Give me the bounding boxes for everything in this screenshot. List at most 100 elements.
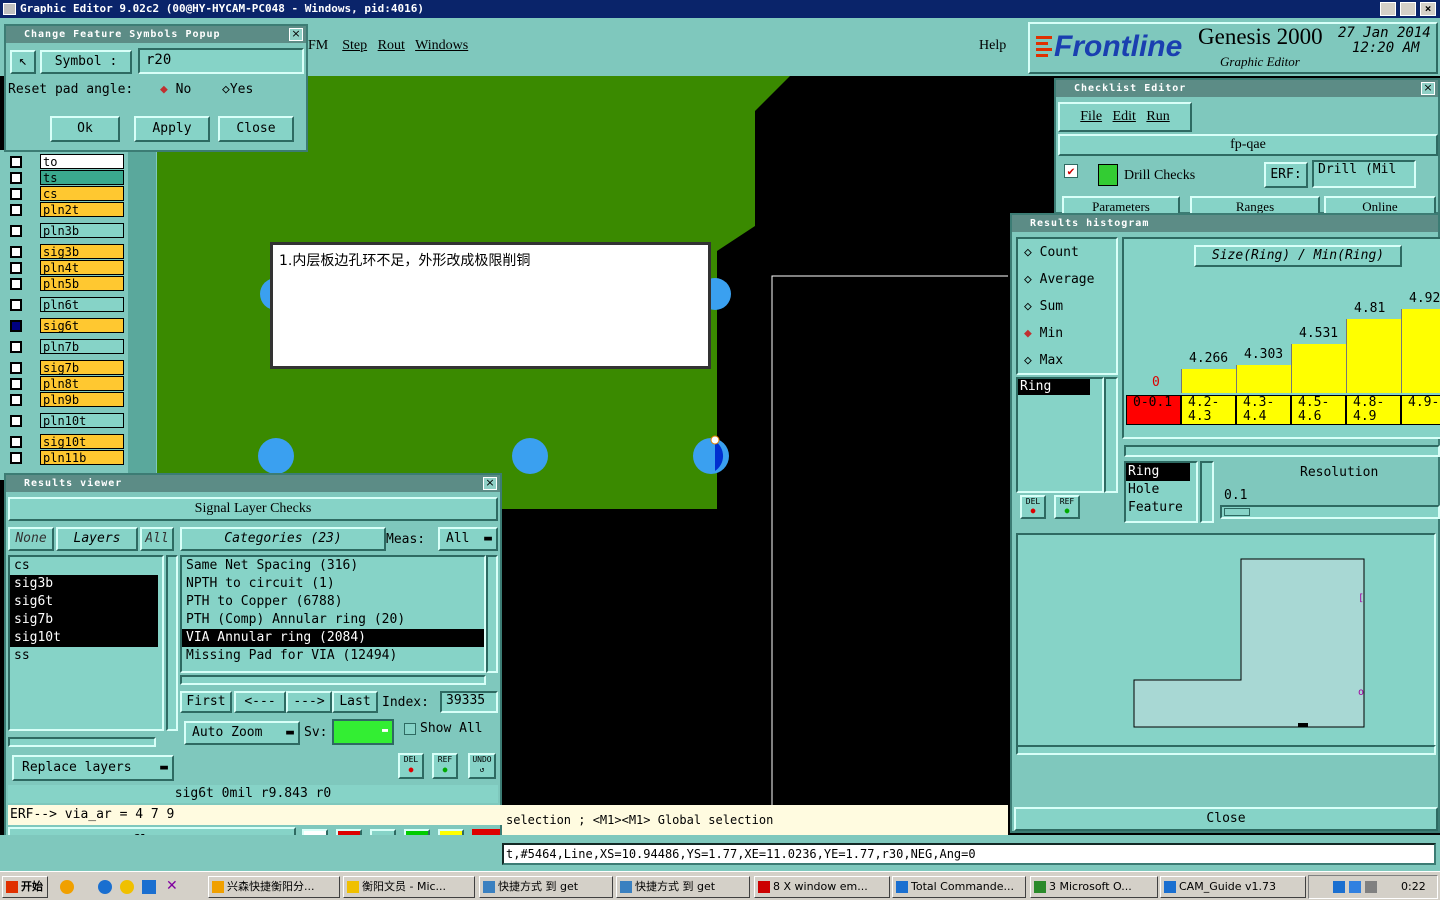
layer-row[interactable]: sig6t bbox=[8, 318, 124, 333]
checklist-close-icon[interactable]: × bbox=[1421, 82, 1435, 95]
layer-name[interactable]: ts bbox=[40, 170, 124, 185]
layer-checkbox[interactable] bbox=[10, 436, 22, 448]
menu-help[interactable]: Help bbox=[979, 38, 1006, 54]
layer-list-hscroll[interactable] bbox=[8, 737, 156, 747]
first-button[interactable]: First bbox=[180, 691, 232, 713]
taskbar-item[interactable]: 8 X window em... bbox=[754, 876, 890, 898]
layer-row[interactable]: cs bbox=[8, 186, 124, 201]
symbol-input[interactable]: r20 bbox=[138, 48, 304, 74]
mode-radio[interactable]: ◇ Count bbox=[1018, 239, 1116, 266]
reset-no-radio[interactable]: ◆ No bbox=[160, 82, 191, 97]
layer-row[interactable]: pln6t bbox=[8, 297, 124, 312]
layer-row[interactable]: pln7b bbox=[8, 339, 124, 354]
taskbar-item[interactable]: CAM_Guide v1.73 bbox=[1160, 876, 1306, 898]
layer-name[interactable]: sig7b bbox=[40, 360, 124, 375]
ring-list-top[interactable]: Ring bbox=[1016, 377, 1104, 493]
category-item[interactable]: NPTH to circuit (1) bbox=[182, 575, 484, 593]
ring-list-bottom-scrollbar[interactable] bbox=[1200, 461, 1214, 523]
layer-row[interactable]: pln8t bbox=[8, 376, 124, 391]
layer-checkbox[interactable] bbox=[10, 362, 22, 374]
preview-hscroll[interactable] bbox=[1016, 745, 1436, 755]
histogram-bin-label[interactable]: 4.3-4.4 bbox=[1236, 395, 1291, 425]
layer-row[interactable]: pln5b bbox=[8, 276, 124, 291]
quick-launch-icon[interactable] bbox=[60, 880, 74, 894]
ring-list-scrollbar[interactable] bbox=[1104, 377, 1118, 493]
layer-checkbox[interactable] bbox=[10, 394, 22, 406]
results-viewer-close-icon[interactable]: × bbox=[483, 477, 497, 490]
hist-del-icon[interactable]: DEL ● bbox=[1020, 495, 1046, 519]
apply-button[interactable]: Apply bbox=[134, 116, 210, 142]
layer-checkbox[interactable] bbox=[10, 452, 22, 464]
categories-hscroll[interactable] bbox=[180, 675, 486, 685]
meas-select[interactable]: All ▬ bbox=[438, 527, 498, 551]
layer-name[interactable]: pln5b bbox=[40, 276, 124, 291]
category-item[interactable]: PTH to Copper (6788) bbox=[182, 593, 484, 611]
prev-button[interactable]: <--- bbox=[234, 691, 286, 713]
histogram-bar[interactable] bbox=[1181, 368, 1236, 393]
ok-button[interactable]: Ok bbox=[50, 116, 120, 142]
menu-edit[interactable]: Edit bbox=[1113, 109, 1136, 124]
layer-checkbox[interactable] bbox=[10, 378, 22, 390]
ring-list-bottom[interactable]: Ring Hole Feature bbox=[1124, 461, 1198, 523]
index-input[interactable]: 39335 bbox=[440, 691, 498, 713]
quick-launch-icon[interactable] bbox=[142, 880, 156, 894]
histogram-bar[interactable] bbox=[1401, 308, 1440, 393]
menu-rout[interactable]: Rout bbox=[378, 38, 405, 53]
layer-name[interactable]: pln10t bbox=[40, 413, 124, 428]
layer-row[interactable]: pln10t bbox=[8, 413, 124, 428]
layers-tab[interactable]: Layers bbox=[56, 527, 138, 551]
layer-name[interactable]: sig6t bbox=[40, 318, 124, 333]
layer-checkbox[interactable] bbox=[10, 204, 22, 216]
measure-item[interactable]: Ring bbox=[1126, 463, 1190, 481]
layer-result-item[interactable]: sig6t bbox=[10, 593, 158, 611]
layer-row[interactable]: sig7b bbox=[8, 360, 124, 375]
minimize-icon[interactable] bbox=[1380, 2, 1396, 16]
layer-checkbox[interactable] bbox=[10, 246, 22, 258]
taskbar-item[interactable]: 衡阳文员 - Mic... bbox=[343, 876, 475, 898]
histogram-bar[interactable] bbox=[1236, 365, 1291, 393]
menu-file[interactable]: File bbox=[1080, 109, 1102, 124]
all-button[interactable]: All bbox=[140, 527, 174, 551]
layer-row[interactable]: pln9b bbox=[8, 392, 124, 407]
layer-name[interactable]: pln2t bbox=[40, 202, 124, 217]
reset-yes-radio[interactable]: ◇Yes bbox=[222, 82, 253, 97]
categories-scrollbar[interactable] bbox=[486, 555, 498, 673]
taskbar-item[interactable]: 兴森快捷衡阳分... bbox=[208, 876, 340, 898]
layer-row[interactable]: ts bbox=[8, 170, 124, 185]
layer-checkbox[interactable] bbox=[10, 262, 22, 274]
layer-row[interactable]: pln4t bbox=[8, 260, 124, 275]
category-item[interactable]: VIA Annular ring (2084) bbox=[182, 629, 484, 647]
categories-tab[interactable]: Categories (23) bbox=[180, 527, 386, 551]
start-button[interactable]: 开始 bbox=[2, 876, 48, 898]
mode-radio[interactable]: ◇ Sum bbox=[1018, 293, 1116, 320]
auto-zoom-select[interactable]: Auto Zoom ▬ bbox=[184, 721, 300, 745]
layer-row[interactable]: pln3b bbox=[8, 223, 124, 238]
quick-launch-icon[interactable] bbox=[120, 880, 134, 894]
histogram-bar[interactable] bbox=[1291, 344, 1346, 393]
last-button[interactable]: Last bbox=[332, 691, 378, 713]
layer-name[interactable]: sig10t bbox=[40, 434, 124, 449]
layer-row[interactable]: to bbox=[8, 154, 124, 169]
layer-checkbox[interactable] bbox=[10, 225, 22, 237]
ref-icon[interactable]: REF ● bbox=[432, 753, 458, 779]
layer-row[interactable]: sig10t bbox=[8, 434, 124, 449]
layer-checkbox[interactable] bbox=[10, 278, 22, 290]
mode-radio[interactable]: ◇ Average bbox=[1018, 266, 1116, 293]
layer-row[interactable]: pln2t bbox=[8, 202, 124, 217]
tray-icon[interactable] bbox=[1333, 881, 1345, 893]
drill-checks-label[interactable]: Drill Checks bbox=[1124, 168, 1195, 184]
hist-ref-icon[interactable]: REF ● bbox=[1054, 495, 1080, 519]
category-item[interactable]: Missing Pad for VIA (12494) bbox=[182, 647, 484, 665]
categories-list[interactable]: Same Net Spacing (316) NPTH to circuit (1… bbox=[180, 555, 486, 673]
taskbar-item[interactable]: 快捷方式 到 get bbox=[479, 876, 613, 898]
drill-check-checkbox[interactable]: ✔ bbox=[1064, 164, 1078, 178]
tray-icon[interactable] bbox=[1349, 881, 1361, 893]
layer-result-item[interactable]: ss bbox=[10, 647, 158, 665]
histogram-bin-label[interactable]: 4.2-4.3 bbox=[1181, 395, 1236, 425]
layer-checkbox[interactable] bbox=[10, 341, 22, 353]
layer-name[interactable]: pln11b bbox=[40, 450, 124, 465]
taskbar-item[interactable]: 快捷方式 到 get bbox=[616, 876, 750, 898]
del-icon[interactable]: DEL ● bbox=[398, 753, 424, 779]
histogram-bin-label[interactable]: 0-0.1 bbox=[1126, 395, 1181, 425]
ring-item[interactable]: Ring bbox=[1018, 379, 1090, 395]
